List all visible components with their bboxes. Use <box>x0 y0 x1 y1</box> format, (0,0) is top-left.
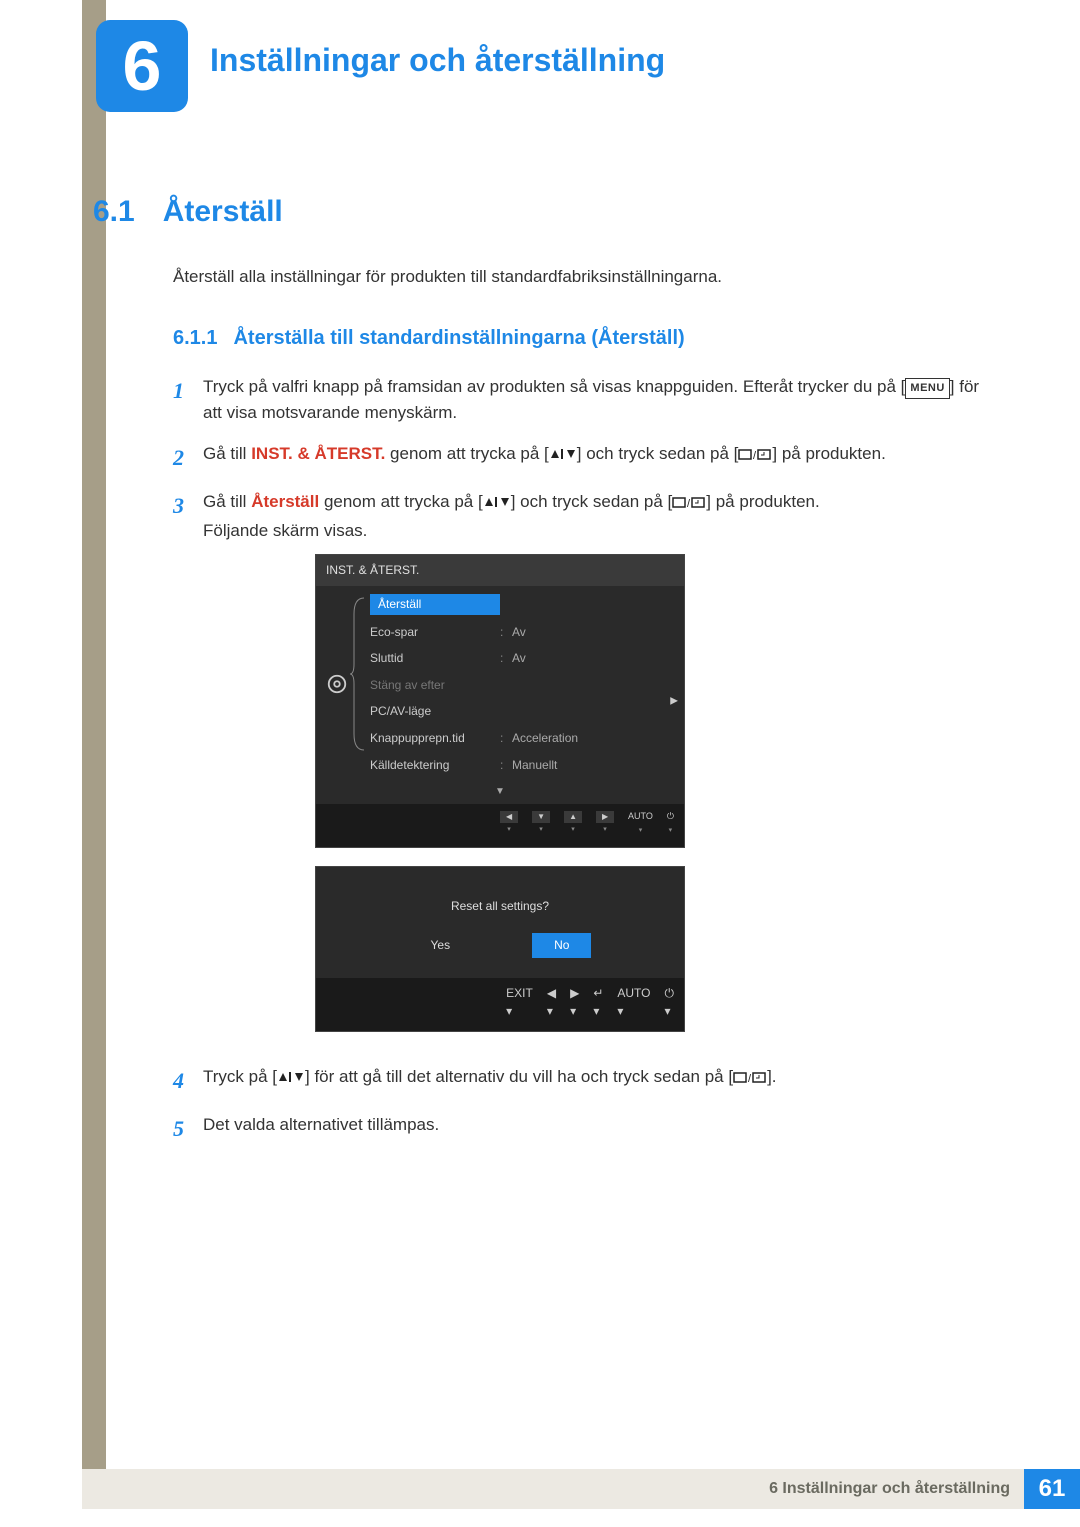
section-heading: 6.1 Återställ <box>93 195 983 229</box>
osd-item-list: ÅterställEco-spar:AvSluttid:AvStäng av e… <box>358 586 684 782</box>
source-enter-icon: / <box>738 444 772 470</box>
up-down-triangle-icon <box>277 1071 305 1083</box>
nav-down-icon: ▼▾ <box>532 811 550 836</box>
nav-right-icon: ▶▾ <box>596 811 614 836</box>
confirm-question: Reset all settings? <box>316 891 684 934</box>
section-title-text: Återställ <box>163 195 283 228</box>
osd-row-value: Acceleration <box>512 729 578 748</box>
yes-button: Yes <box>409 933 473 958</box>
step-body: Tryck på valfri knapp på framsidan av pr… <box>203 374 983 427</box>
osd-row-label: Stäng av efter <box>370 676 500 695</box>
subsection-title-text: Återställa till standardinställningarna … <box>233 327 684 349</box>
osd-row: Knappupprepn.tid:Acceleration <box>370 725 676 752</box>
colon: : <box>500 623 512 642</box>
step-body: Det valda alternativet tillämpas. <box>203 1112 983 1146</box>
step-number: 3 <box>173 489 203 1050</box>
chapter-title: Inställningar och återställning <box>210 42 665 79</box>
steps-list: 1 Tryck på valfri knapp på framsidan av … <box>173 374 983 1146</box>
source-enter-icon: / <box>672 492 706 518</box>
footer-chapter-label: 6 Inställningar och återställning <box>82 1469 1024 1509</box>
no-button: No <box>532 933 591 958</box>
nav-up-icon: ▲▾ <box>564 811 582 836</box>
up-down-triangle-icon <box>549 448 577 460</box>
osd-confirm-dialog: Reset all settings? Yes No EXIT▾ ◀▾ ▶▾ ↵… <box>315 866 685 1032</box>
scroll-down-indicator: ▼ <box>316 782 684 804</box>
source-enter-icon: / <box>733 1067 767 1093</box>
osd-row: Stäng av efter <box>370 672 676 699</box>
step-3: 3 Gå till Återställ genom att trycka på … <box>173 489 983 1050</box>
osd-row-label: Eco-spar <box>370 623 500 642</box>
osd-footer-buttons: ◀▾ ▼▾ ▲▾ ▶▾ AUTO▾ ⏻▾ <box>316 804 684 847</box>
nav-right-icon: ▶▾ <box>570 984 579 1021</box>
menu-key-icon: MENU <box>905 378 949 399</box>
enter-icon: ↵▾ <box>593 984 603 1021</box>
osd-row: Sluttid:Av <box>370 645 676 672</box>
nav-left-icon: ◀▾ <box>547 984 556 1021</box>
step-4: 4 Tryck på [] för att gå till det altern… <box>173 1064 983 1098</box>
step-body: Gå till INST. & ÅTERST. genom att trycka… <box>203 441 983 475</box>
power-icon: ⏻▾ <box>665 984 675 1021</box>
right-arrow-icon: ▶ <box>670 693 678 709</box>
step-5: 5 Det valda alternativet tillämpas. <box>173 1112 983 1146</box>
osd-row: Återställ <box>370 590 676 619</box>
step-1: 1 Tryck på valfri knapp på framsidan av … <box>173 374 983 427</box>
svg-text:/: / <box>748 1073 752 1085</box>
osd-row: PC/AV-läge <box>370 698 676 725</box>
osd-row-label: PC/AV-läge <box>370 702 500 721</box>
svg-text:/: / <box>753 450 757 462</box>
step-number: 4 <box>173 1064 203 1098</box>
osd-header: INST. & ÅTERST. <box>316 555 684 586</box>
page-number: 61 <box>1024 1469 1080 1509</box>
osd-row: Eco-spar:Av <box>370 619 676 646</box>
step-number: 1 <box>173 374 203 427</box>
colon: : <box>500 756 512 775</box>
subsection-number: 6.1.1 <box>173 327 217 349</box>
colon: : <box>500 649 512 668</box>
step-body: Gå till Återställ genom att trycka på []… <box>203 489 983 1050</box>
section-number: 6.1 <box>93 195 135 228</box>
power-icon: ⏻▾ <box>667 810 674 837</box>
page-footer: 6 Inställningar och återställning 61 <box>82 1469 1080 1509</box>
up-down-triangle-icon <box>483 496 511 508</box>
osd-row-value: Av <box>512 649 526 668</box>
osd-row-value: Av <box>512 623 526 642</box>
section-intro: Återställ alla inställningar för produkt… <box>173 267 983 287</box>
auto-button-label: AUTO▾ <box>617 984 650 1021</box>
osd-row-label: Källdetektering <box>370 756 500 775</box>
gear-icon <box>326 673 348 695</box>
osd-row-label: Knappupprepn.tid <box>370 729 500 748</box>
nav-left-icon: ◀▾ <box>500 811 518 836</box>
osd-category-icon-area <box>316 586 358 782</box>
osd-row-value: Manuellt <box>512 756 557 775</box>
exit-label: EXIT▾ <box>506 984 533 1021</box>
svg-text:/: / <box>687 498 691 510</box>
bracket-decoration <box>350 594 366 754</box>
subsection-heading: 6.1.1 Återställa till standardinställning… <box>173 327 983 350</box>
step-number: 2 <box>173 441 203 475</box>
colon: : <box>500 729 512 748</box>
step-body: Tryck på [] för att gå till det alternat… <box>203 1064 983 1098</box>
step-number: 5 <box>173 1112 203 1146</box>
auto-button-label: AUTO▾ <box>628 810 653 837</box>
osd-menu-screenshot: INST. & ÅTERST. ÅterställEco-spar:AvSlut… <box>315 554 685 847</box>
chapter-number-badge: 6 <box>96 20 188 112</box>
osd-row-label: Återställ <box>370 594 500 615</box>
osd-row-label: Sluttid <box>370 649 500 668</box>
osd-row: Källdetektering:Manuellt <box>370 752 676 779</box>
step-2: 2 Gå till INST. & ÅTERST. genom att tryc… <box>173 441 983 475</box>
osd-confirm-footer: EXIT▾ ◀▾ ▶▾ ↵▾ AUTO▾ ⏻▾ <box>316 978 684 1031</box>
